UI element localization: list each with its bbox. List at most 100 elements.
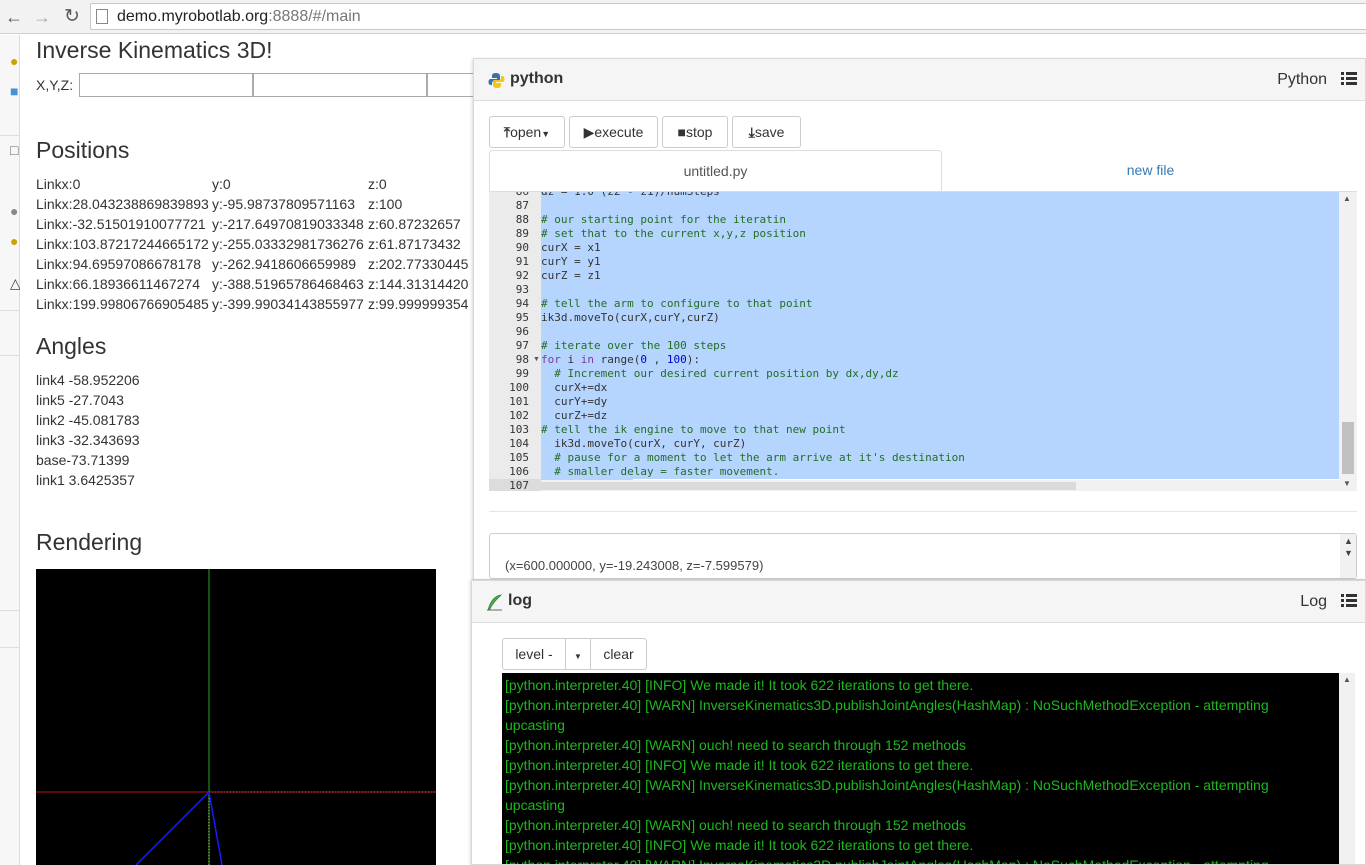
position-x: Linkx:94.69597086678178 bbox=[36, 256, 202, 272]
back-button[interactable]: ← bbox=[3, 6, 25, 28]
line-number: 92 bbox=[515, 269, 529, 282]
service-icon[interactable]: ● bbox=[10, 203, 20, 219]
line-number: 106 bbox=[509, 465, 529, 478]
log-service-type: Log bbox=[1300, 593, 1327, 610]
code-area[interactable]: dz = 1.0*(z2 - z1)/numSteps # our startin… bbox=[541, 192, 1339, 491]
code-line[interactable]: dz = 1.0*(z2 - z1)/numSteps bbox=[541, 192, 1339, 199]
log-console[interactable]: [python.interpreter.40] [INFO] We made i… bbox=[502, 673, 1355, 865]
code-line[interactable]: # iterate over the 100 steps bbox=[541, 339, 1339, 353]
x-input[interactable] bbox=[79, 73, 253, 97]
code-line[interactable]: curX = x1 bbox=[541, 241, 1339, 255]
position-y: y:-399.99034143855977 bbox=[212, 296, 364, 312]
code-line[interactable]: for i in range(0 , 100): bbox=[541, 353, 1339, 367]
code-line[interactable]: curY+=dy bbox=[541, 395, 1339, 409]
output-scrollbar[interactable]: ▲ ▼ bbox=[1340, 534, 1356, 578]
line-number: 99 bbox=[515, 367, 529, 380]
log-line: [python.interpreter.40] [WARN] InverseKi… bbox=[505, 857, 1269, 865]
position-x: Linkx:28.043238869839893 bbox=[36, 196, 209, 212]
position-y: y:0 bbox=[212, 176, 231, 192]
service-icon[interactable]: △ bbox=[10, 275, 20, 291]
code-line[interactable]: # tell the ik engine to move to that new… bbox=[541, 423, 1339, 437]
tab-untitled-py[interactable]: untitled.py bbox=[489, 150, 942, 192]
editor-hscroll-thumb[interactable] bbox=[541, 482, 1076, 490]
line-number: 104 bbox=[509, 437, 529, 450]
python-panel-header[interactable]: python Python bbox=[474, 59, 1365, 101]
caret-down-icon: ▼ bbox=[574, 652, 582, 661]
fold-toggle-icon[interactable]: ▼ bbox=[533, 356, 540, 363]
url-text[interactable]: demo.myrobotlab.org:8888/#/main bbox=[117, 8, 361, 26]
divider bbox=[0, 355, 20, 356]
save-button[interactable]: ⤓save bbox=[732, 116, 801, 148]
open-button[interactable]: ⤒open▼ bbox=[489, 116, 565, 148]
log-line: [python.interpreter.40] [INFO] We made i… bbox=[505, 837, 974, 853]
stop-label: stop bbox=[686, 124, 713, 140]
caret-down-icon: ▼ bbox=[541, 129, 551, 139]
scroll-up-icon[interactable]: ▲ bbox=[1343, 194, 1351, 203]
editor-horizontal-scrollbar[interactable] bbox=[541, 480, 1339, 491]
code-line[interactable] bbox=[541, 325, 1339, 339]
code-line[interactable]: ik3d.moveTo(curX, curY, curZ) bbox=[541, 437, 1339, 451]
hidden-service-list: ● ■ □ ● ● △ bbox=[0, 35, 20, 865]
scroll-up-icon[interactable]: ▲ bbox=[1343, 675, 1351, 684]
position-row: Linkx:-32.51501910077721 y:-217.649708190… bbox=[36, 216, 473, 236]
code-line[interactable]: # tell the arm to configure to that poin… bbox=[541, 297, 1339, 311]
python-output-box[interactable]: (x=600.000000, y=-19.243008, z=-7.599579… bbox=[489, 533, 1357, 579]
stop-button[interactable]: ■stop bbox=[662, 116, 728, 148]
level-button[interactable]: level - bbox=[502, 638, 566, 670]
code-line[interactable]: ik3d.moveTo(curX,curY,curZ) bbox=[541, 311, 1339, 325]
log-scrollbar[interactable]: ▲ bbox=[1339, 673, 1355, 864]
editor-scroll-thumb[interactable] bbox=[1342, 422, 1354, 474]
page-icon bbox=[96, 9, 108, 24]
code-editor[interactable]: 86 87 88 89 90 91 92 93 94 95 96 97 98 ▼ 99 100 101 102 10… bbox=[489, 191, 1357, 491]
reload-button[interactable]: ↻ bbox=[61, 6, 83, 28]
position-x: Linkx:-32.51501910077721 bbox=[36, 216, 206, 232]
code-line[interactable]: curZ+=dz bbox=[541, 409, 1339, 423]
service-icon[interactable]: ■ bbox=[10, 83, 20, 99]
code-line[interactable] bbox=[541, 199, 1339, 213]
position-row: Linkx:103.87217244665172 y:-255.033329817… bbox=[36, 236, 473, 256]
code-line[interactable] bbox=[541, 283, 1339, 297]
z-input[interactable] bbox=[427, 73, 473, 97]
position-row: Linkx:0 y:0 z:0 bbox=[36, 176, 473, 196]
tab-new-file[interactable]: new file bbox=[942, 150, 1359, 192]
stop-icon: ■ bbox=[677, 124, 686, 140]
arrow-left-icon: ← bbox=[5, 7, 23, 27]
forward-button[interactable]: → bbox=[31, 6, 53, 28]
execute-label: execute bbox=[594, 124, 644, 140]
clear-button[interactable]: clear bbox=[590, 638, 647, 670]
code-line[interactable]: curX+=dx bbox=[541, 381, 1339, 395]
service-icon[interactable]: □ bbox=[10, 142, 20, 158]
angle-row: base-73.71399 bbox=[36, 452, 130, 468]
level-dropdown-toggle[interactable]: ▼ bbox=[565, 638, 591, 670]
list-icon[interactable] bbox=[1341, 72, 1357, 86]
editor-vertical-scrollbar[interactable]: ▲ ▼ bbox=[1339, 192, 1357, 491]
code-line[interactable]: curZ = z1 bbox=[541, 269, 1339, 283]
position-z: z:100 bbox=[368, 196, 403, 212]
line-number: 90 bbox=[515, 241, 529, 254]
code-line[interactable]: # Increment our desired current position… bbox=[541, 367, 1339, 381]
code-line[interactable]: # pause for a moment to let the arm arri… bbox=[541, 451, 1339, 465]
position-row: Linkx:199.99806766905485 y:-399.990341438… bbox=[36, 296, 473, 316]
position-z: z:60.87232657 bbox=[368, 216, 461, 232]
scroll-down-icon[interactable]: ▼ bbox=[1344, 548, 1353, 558]
code-line[interactable]: # smaller delay = faster movement. bbox=[541, 465, 1339, 479]
rendering-canvas[interactable] bbox=[36, 569, 436, 865]
scroll-up-icon[interactable]: ▲ bbox=[1344, 536, 1353, 546]
line-number-gutter: 86 87 88 89 90 91 92 93 94 95 96 97 98 ▼ 99 100 101 102 10… bbox=[489, 192, 541, 491]
log-panel-header[interactable]: log Log bbox=[472, 581, 1365, 623]
service-icon[interactable]: ● bbox=[10, 233, 20, 249]
service-icon[interactable]: ● bbox=[10, 53, 20, 69]
list-icon[interactable] bbox=[1341, 594, 1357, 608]
arrow-right-icon: → bbox=[33, 7, 51, 27]
execute-button[interactable]: ▶execute bbox=[569, 116, 658, 148]
y-input[interactable] bbox=[253, 73, 427, 97]
code-line[interactable]: # set that to the current x,y,z position bbox=[541, 227, 1339, 241]
code-line[interactable]: # our starting point for the iteratin bbox=[541, 213, 1339, 227]
scroll-down-icon[interactable]: ▼ bbox=[1343, 479, 1351, 488]
inverse-kinematics-panel: Inverse Kinematics 3D! X,Y,Z: Positions … bbox=[21, 35, 473, 865]
xyz-label: X,Y,Z: bbox=[36, 77, 74, 93]
code-line[interactable]: curY = y1 bbox=[541, 255, 1339, 269]
line-number: 91 bbox=[515, 255, 529, 268]
address-bar[interactable]: demo.myrobotlab.org:8888/#/main bbox=[90, 3, 1366, 30]
divider bbox=[0, 135, 20, 136]
